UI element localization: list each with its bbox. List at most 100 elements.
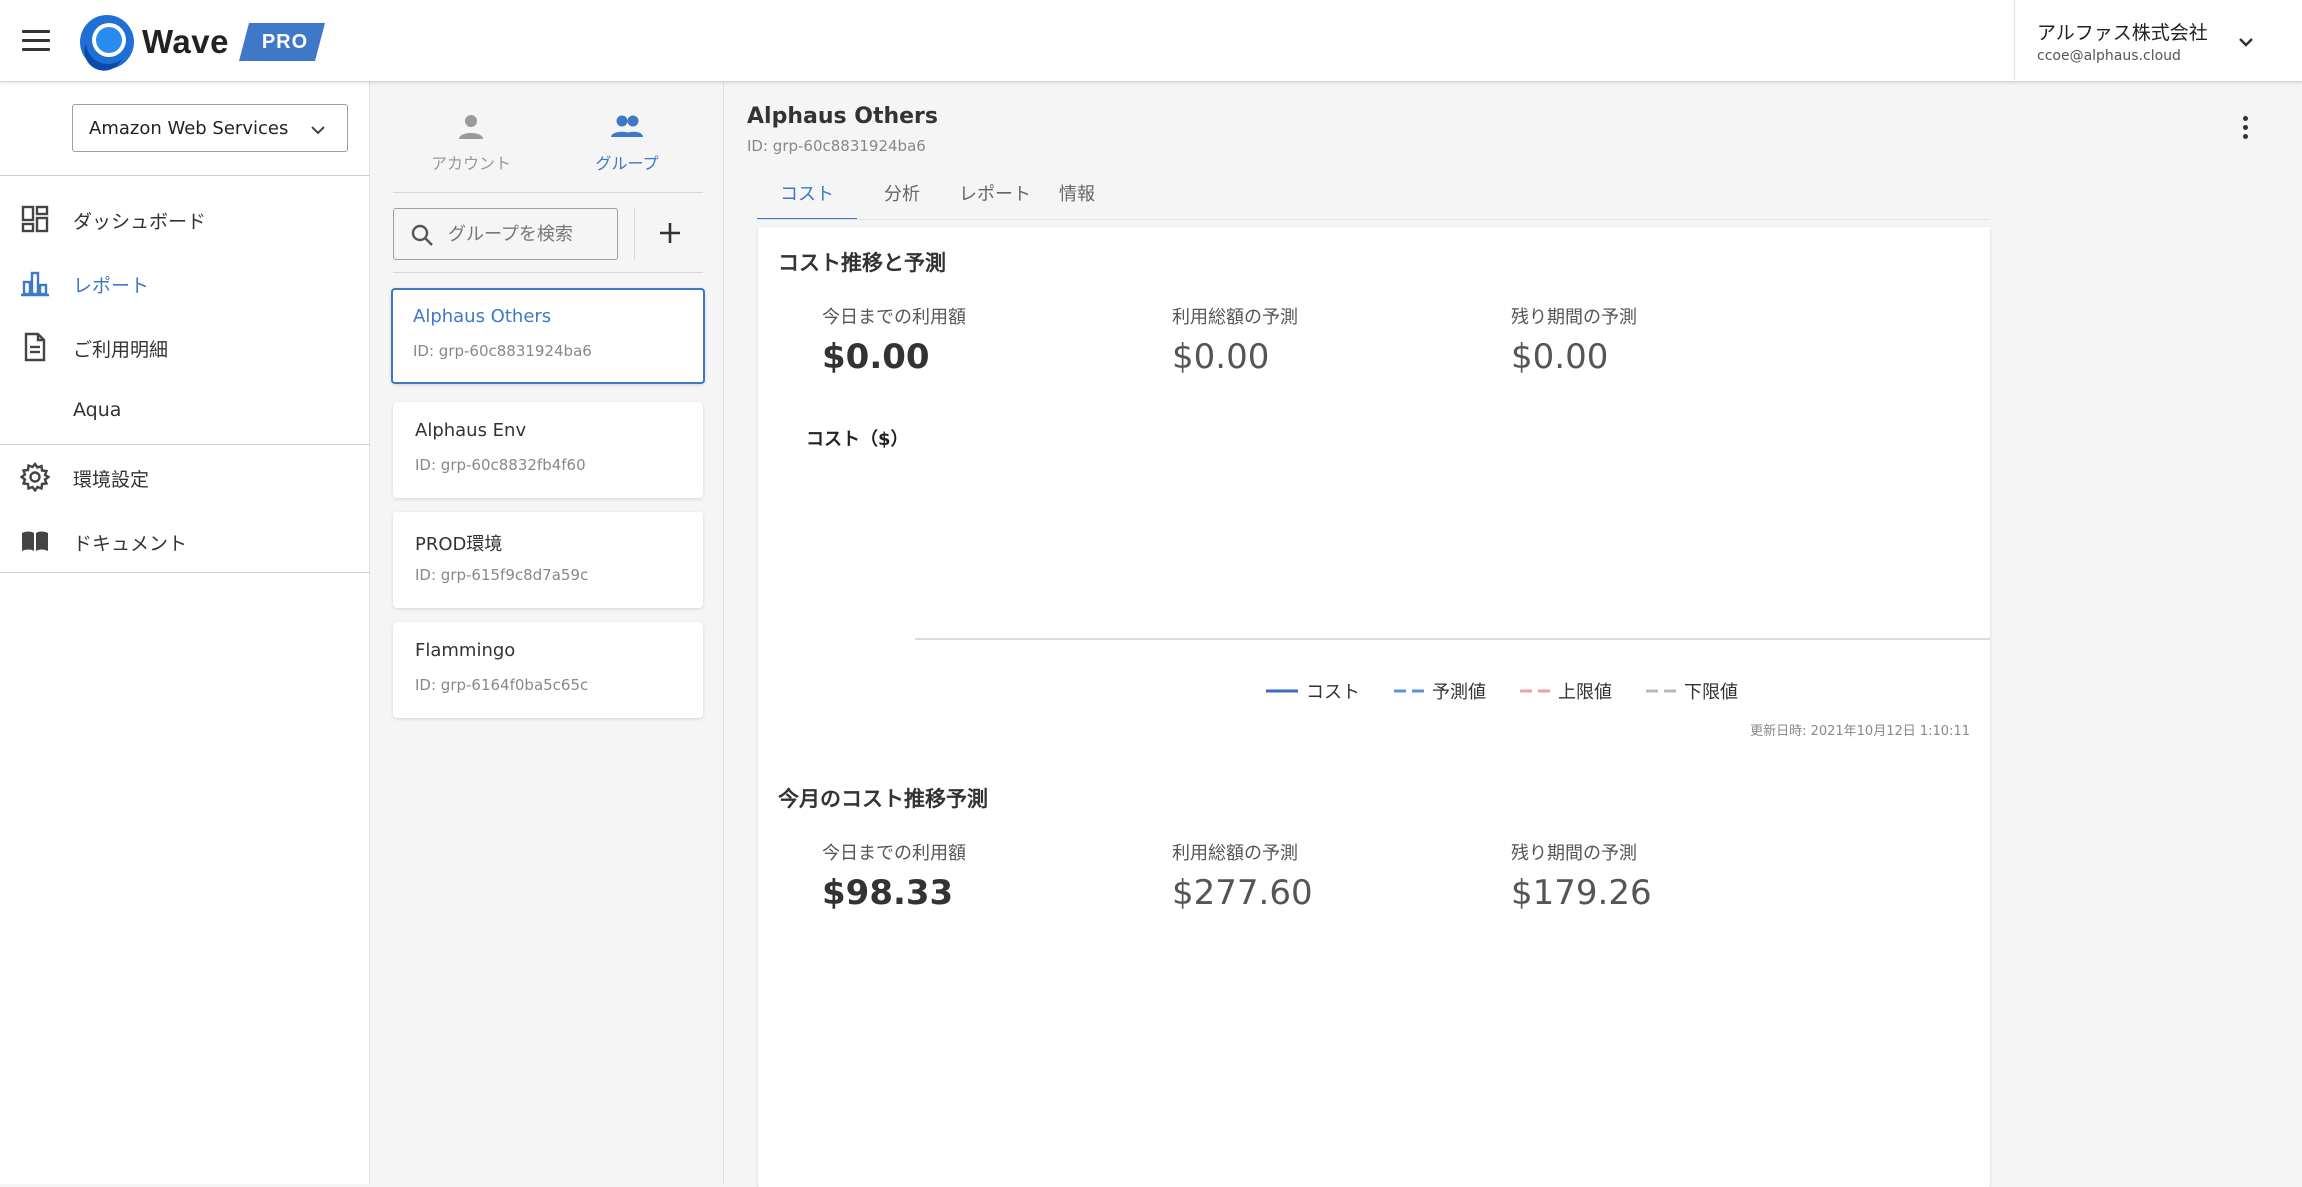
search-icon [411, 224, 433, 246]
legend-item-lower[interactable]: 下限値 [1646, 678, 1738, 704]
legend-item-forecast[interactable]: 予測値 [1394, 678, 1486, 704]
tab-account-label: アカウント [430, 154, 511, 173]
logo[interactable]: Wave PRO [78, 12, 325, 72]
sidebar-item-label: 環境設定 [73, 469, 150, 491]
provider-select-value: Amazon Web Services [89, 118, 289, 139]
gear-icon [20, 462, 50, 492]
stat-remaining-forecast: 残り期間の予測 $179.26 [1511, 839, 1652, 913]
legend-label: 下限値 [1684, 682, 1738, 703]
cost-chart [915, 638, 1990, 640]
sidebar-item-aqua[interactable]: Aqua [0, 382, 370, 438]
tab-info[interactable]: 情報 [1047, 180, 1107, 220]
group-card-flammingo[interactable]: Flammingo ID: grp-6164f0ba5c65c [393, 622, 703, 718]
sidebar-item-label: ドキュメント [73, 533, 188, 555]
pro-badge: PRO [238, 23, 325, 61]
stat-total-forecast: 利用総額の予測 $0.00 [1172, 303, 1298, 377]
sidebar-item-docs[interactable]: ドキュメント [0, 512, 370, 568]
sidebar-item-billing[interactable]: ご利用明細 [0, 318, 370, 374]
divider [634, 208, 635, 260]
more-options-icon[interactable] [2240, 116, 2250, 144]
page-title: Alphaus Others [747, 104, 938, 129]
section-title: 今月のコスト推移予測 [778, 787, 988, 811]
legend-swatch [1266, 689, 1298, 693]
main-content: Alphaus Others ID: grp-60c8831924ba6 コスト… [725, 82, 2302, 1187]
group-search[interactable] [393, 208, 618, 260]
legend-item-upper[interactable]: 上限値 [1520, 678, 1612, 704]
sidebar-item-report[interactable]: レポート [0, 254, 370, 310]
stat-label: 残り期間の予測 [1511, 843, 1637, 864]
page-subtitle-id: ID: grp-60c8831924ba6 [747, 137, 926, 155]
people-icon [611, 115, 643, 137]
menu-icon[interactable] [22, 30, 50, 52]
top-bar: Wave PRO アルファス株式会社 ccoe@alphaus.cloud [0, 0, 2302, 82]
dashboard-icon [21, 205, 49, 233]
group-card-alphaus-others[interactable]: Alphaus Others ID: grp-60c8831924ba6 [391, 288, 705, 384]
group-name: PROD環境 [415, 534, 503, 555]
stat-value: $0.00 [1511, 337, 1609, 377]
group-id: ID: grp-60c8832fb4f60 [415, 456, 586, 474]
stat-value: $179.26 [1511, 873, 1652, 913]
sidebar: Amazon Web Services ダッシュボード レポート ご利用明細 A… [0, 82, 370, 1184]
group-name: Alphaus Env [415, 420, 527, 441]
stat-value: $98.33 [822, 873, 954, 913]
group-id: ID: grp-60c8831924ba6 [413, 342, 592, 360]
tab-group[interactable]: グループ [549, 112, 705, 180]
account-menu[interactable]: アルファス株式会社 ccoe@alphaus.cloud [2014, 0, 2302, 82]
stat-label: 利用総額の予測 [1172, 843, 1298, 864]
logo-text: Wave [142, 23, 229, 60]
section-title: コスト推移と予測 [778, 251, 946, 275]
chevron-down-icon [311, 126, 325, 135]
stat-total-forecast: 利用総額の予測 $277.60 [1172, 839, 1313, 913]
sidebar-item-label: ご利用明細 [73, 339, 169, 361]
group-id: ID: grp-615f9c8d7a59c [415, 566, 589, 584]
divider [0, 572, 370, 573]
updated-timestamp: 更新日時: 2021年10月12日 1:10:11 [1750, 724, 1970, 739]
bar-chart-icon [21, 271, 49, 297]
tab-account[interactable]: アカウント [393, 112, 549, 180]
group-panel: アカウント グループ Alphaus Others ID: grp-60c883… [371, 82, 724, 1184]
group-search-input[interactable] [448, 221, 608, 247]
sidebar-item-settings[interactable]: 環境設定 [0, 448, 370, 504]
group-card-alphaus-env[interactable]: Alphaus Env ID: grp-60c8832fb4f60 [393, 402, 703, 498]
add-group-button[interactable] [655, 218, 685, 248]
tab-analysis[interactable]: 分析 [872, 180, 932, 220]
tab-cost[interactable]: コスト [757, 180, 857, 220]
chevron-down-icon [2239, 38, 2253, 47]
stat-label: 今日までの利用額 [822, 307, 966, 328]
wave-logo-icon [80, 15, 134, 71]
sidebar-item-label: ダッシュボード [73, 211, 207, 233]
pro-badge-label: PRO [261, 31, 309, 53]
group-name: Alphaus Others [413, 306, 552, 327]
stat-label: 今日までの利用額 [822, 843, 966, 864]
legend-swatch [1394, 689, 1424, 693]
cost-card: コスト推移と予測 今日までの利用額 $0.00 利用総額の予測 $0.00 残り… [758, 227, 1990, 1187]
legend-swatch [1520, 689, 1550, 693]
sidebar-item-dashboard[interactable]: ダッシュボード [0, 190, 370, 246]
tab-report[interactable]: レポート [950, 180, 1040, 220]
provider-select[interactable]: Amazon Web Services [72, 104, 348, 152]
legend-swatch [1646, 689, 1676, 693]
stat-label: 利用総額の予測 [1172, 307, 1298, 328]
account-email: ccoe@alphaus.cloud [2037, 48, 2181, 64]
sidebar-item-label: Aqua [73, 399, 122, 421]
account-name: アルファス株式会社 [2037, 22, 2208, 44]
book-icon [22, 531, 48, 551]
divider [757, 219, 1989, 220]
group-name: Flammingo [415, 640, 516, 661]
divider [393, 272, 703, 273]
divider [0, 175, 370, 176]
group-id: ID: grp-6164f0ba5c65c [415, 676, 589, 694]
divider [0, 444, 370, 445]
stat-to-date: 今日までの利用額 $0.00 [822, 303, 966, 377]
group-card-prod[interactable]: PROD環境 ID: grp-615f9c8d7a59c [393, 512, 703, 608]
divider [393, 192, 703, 193]
tab-group-label: グループ [595, 154, 659, 173]
legend-label: コスト [1306, 682, 1360, 703]
stat-value: $0.00 [1172, 337, 1270, 377]
person-icon [459, 115, 483, 139]
legend-item-cost[interactable]: コスト [1266, 678, 1360, 704]
stat-label: 残り期間の予測 [1511, 307, 1637, 328]
legend-label: 上限値 [1558, 682, 1612, 703]
sidebar-item-label: レポート [73, 275, 150, 297]
stat-to-date: 今日までの利用額 $98.33 [822, 839, 966, 913]
